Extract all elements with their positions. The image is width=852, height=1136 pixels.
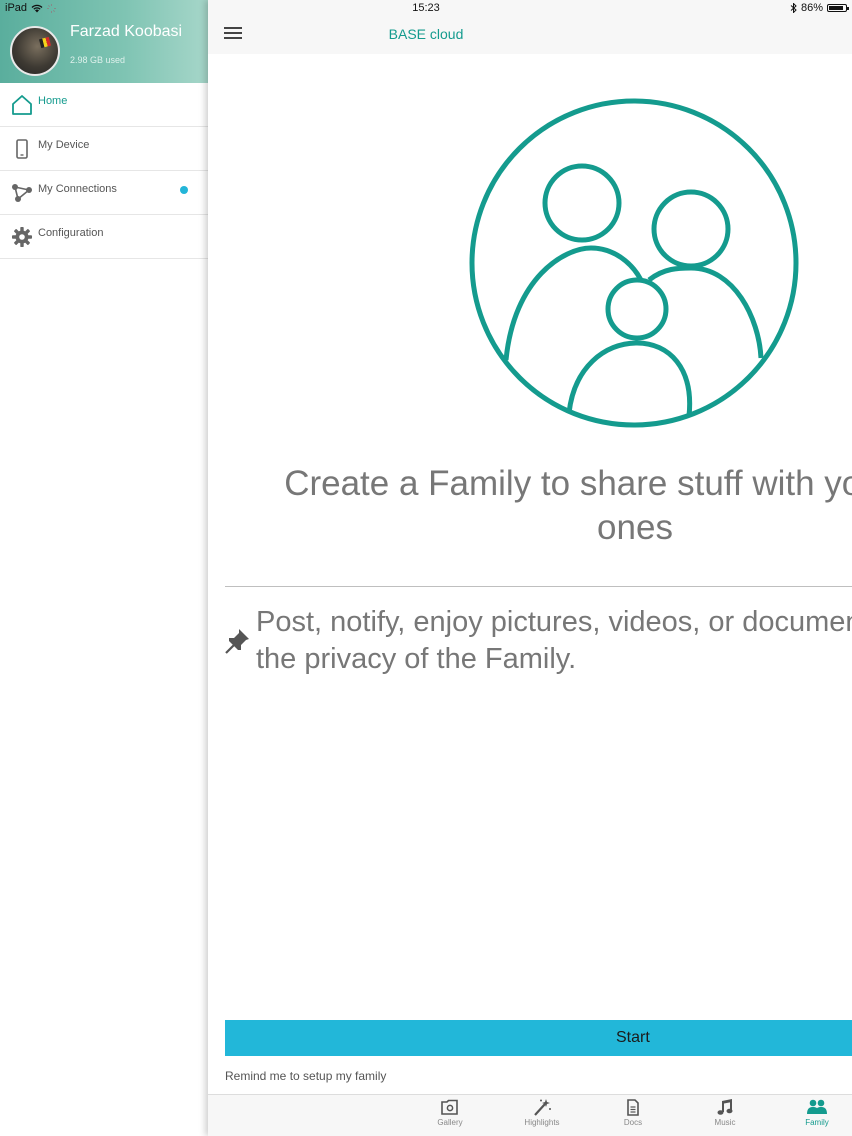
sidebar-item-label: Configuration (38, 227, 104, 239)
family-icon (807, 1099, 827, 1114)
sidebar-item-configuration[interactable]: Configuration (0, 215, 208, 259)
tab-gallery[interactable]: Gallery (415, 1099, 485, 1127)
tab-music[interactable]: Music (690, 1099, 760, 1127)
page-title: BASE cloud (388, 26, 464, 42)
gear-icon (12, 227, 32, 247)
headline: Create a Family to share stuff with your… (225, 462, 852, 550)
sidebar-item-label: Home (38, 95, 68, 107)
battery-percent: 86% (800, 2, 823, 14)
family-content: Create a Family to share stuff with your… (208, 54, 852, 1094)
headline-line-2: ones (597, 508, 673, 547)
sidebar-menu: Home My Device My Connections Configurat… (0, 83, 208, 259)
tab-label: Music (714, 1118, 736, 1127)
tab-label: Docs (623, 1118, 643, 1127)
share-icon (12, 184, 32, 202)
document-icon (627, 1099, 639, 1116)
headline-line-1: Create a Family to share stuff with your… (284, 464, 852, 503)
notification-badge (180, 186, 188, 194)
sidebar-item-my-device[interactable]: My Device (0, 127, 208, 171)
tab-docs[interactable]: Docs (598, 1099, 668, 1127)
status-time: 15:23 (412, 2, 440, 14)
remind-later-link[interactable]: Remind me to setup my family (225, 1069, 386, 1083)
bluetooth-icon (790, 3, 797, 13)
sidebar-item-label: My Device (38, 139, 90, 151)
start-button[interactable]: Start (225, 1020, 852, 1056)
tab-family[interactable]: Family (782, 1099, 852, 1127)
main-panel: BASE cloud Create a Family to share stuf… (208, 0, 852, 1136)
description: Post, notify, enjoy pictures, videos, or… (256, 604, 852, 678)
tab-label: Family (805, 1118, 829, 1127)
sidebar-item-label: My Connections (38, 183, 117, 195)
gallery-icon (441, 1099, 458, 1115)
status-bar: iPad 15:23 86% (0, 0, 852, 17)
battery-fill (829, 6, 843, 10)
phone-icon (16, 139, 28, 159)
sidebar-item-my-connections[interactable]: My Connections (0, 171, 208, 215)
music-note-icon (717, 1099, 733, 1115)
tab-label: Gallery (437, 1118, 463, 1127)
magic-wand-icon (534, 1099, 551, 1116)
sidebar-item-home[interactable]: Home (0, 83, 208, 127)
profile-storage: 2.98 GB used (70, 55, 126, 65)
battery-icon (827, 4, 849, 12)
tab-bar: Gallery Highlights Docs Music Family (208, 1094, 852, 1136)
family-illustration (469, 98, 799, 428)
pushpin-icon (225, 629, 249, 654)
tab-highlights[interactable]: Highlights (507, 1099, 577, 1127)
status-right: 86% (790, 2, 849, 14)
sidebar: Farzad Koobasi 2.98 GB used Home My Devi… (0, 0, 208, 1136)
description-line-2: the privacy of the Family. (256, 643, 577, 675)
home-icon (12, 95, 32, 115)
description-line-1: Post, notify, enjoy pictures, videos, or… (256, 606, 852, 638)
divider (225, 586, 852, 587)
tab-label: Highlights (524, 1118, 560, 1127)
